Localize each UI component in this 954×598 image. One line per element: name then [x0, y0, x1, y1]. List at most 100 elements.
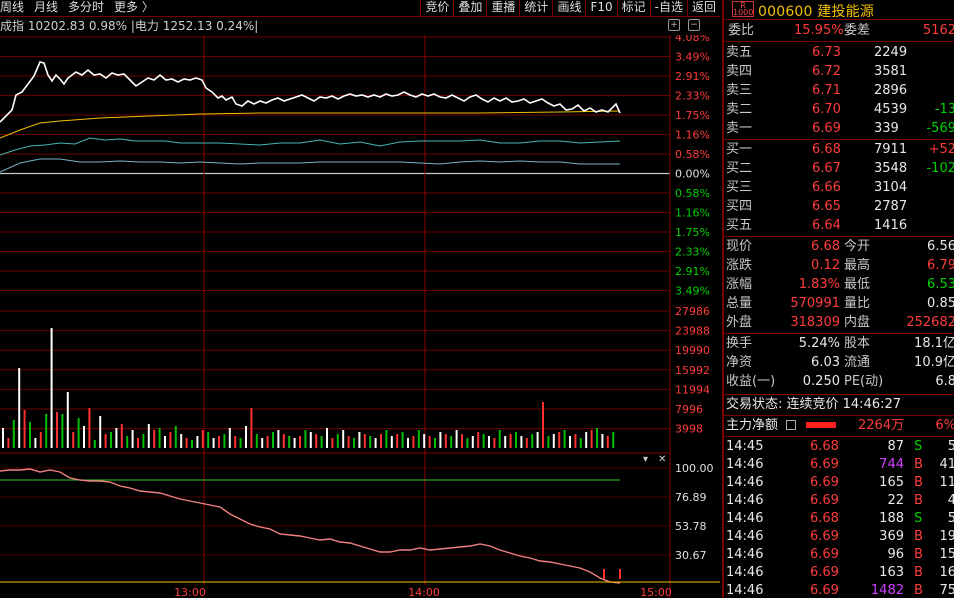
fundamental-row[interactable]: 净资 6.03 流通 10.9亿 [724, 353, 954, 372]
ask-row[interactable]: 卖四 6.72 3581 [724, 62, 954, 81]
fundamental-row[interactable]: 换手 5.24% 股本 18.1亿 [724, 334, 954, 353]
tick-row[interactable]: 14:46 6.69 96 B 15 [724, 545, 954, 564]
f10-button[interactable]: F10 [585, 0, 616, 16]
tick-row[interactable]: 14:46 6.69 369 B 19 [724, 527, 954, 546]
remove-watchlist-button[interactable]: -自选 [649, 0, 687, 16]
volume-bar [417, 430, 420, 448]
time-axis-label: 14:00 [408, 586, 440, 598]
volume-bar [77, 418, 80, 448]
bid-row[interactable]: 买五 6.64 1416 [724, 216, 954, 235]
ask-row[interactable]: 卖五 6.73 2249 [724, 43, 954, 62]
ask-row[interactable]: 卖二 6.70 4539 -13 [724, 100, 954, 119]
quote-value: 0.85 [927, 296, 954, 311]
quote-value: 252682 [906, 315, 954, 330]
ask-row[interactable]: 卖三 6.71 2896 [724, 81, 954, 100]
volume-bar [153, 430, 156, 448]
tick-count: 41 [939, 457, 954, 472]
tab-weekly[interactable]: 周线 [0, 0, 24, 16]
time-gridlines [203, 35, 426, 585]
volume-bar [590, 430, 593, 448]
bid-volume: 7911 [874, 142, 908, 157]
statistics-button[interactable]: 统计 [519, 0, 552, 16]
tick-count: 19 [939, 529, 954, 544]
chevron-down-icon[interactable]: ▾ [643, 454, 648, 465]
ask-row[interactable]: 卖一 6.69 339 -569 [724, 119, 954, 138]
toolbar-buttons: 竞价 叠加 重播 统计 画线 F10 标记 -自选 返回 [420, 0, 720, 16]
intraday-chart-svg[interactable]: 4.08% 3.49% 2.91% 2.33% 1.75% 1.16% 0.58% 0.00%… [0, 31, 720, 598]
quote-value: 6.56 [927, 239, 954, 254]
volume-bar [142, 434, 145, 448]
bid-volume: 2787 [874, 199, 908, 214]
volume-bar [601, 434, 604, 448]
bid-price: 6.65 [812, 199, 841, 214]
tick-time: 14:46 [726, 511, 764, 526]
quote-row[interactable]: 总量 570991 量比 0.85 [724, 294, 954, 313]
tick-row[interactable]: 14:46 6.69 1482 B 75 [724, 581, 954, 598]
volume-bar [99, 416, 102, 448]
main-force-row[interactable]: 主力净额 2264万 6% [724, 416, 954, 435]
volume-bar [412, 436, 415, 448]
fundamental-row[interactable]: 收益(一) 0.250 PE(动) 6.8 [724, 372, 954, 391]
tick-direction: S [914, 511, 923, 526]
price-axis-label: 0.58% [675, 148, 710, 161]
volume-bar [569, 436, 571, 448]
ask-label: 卖四 [726, 64, 753, 79]
indicator-axis-label: 100.00 [675, 462, 714, 475]
volume-bar [439, 432, 442, 448]
bid-row[interactable]: 买二 6.67 3548 -102 [724, 159, 954, 178]
price-gridlines [0, 36, 670, 556]
ask-volume: 3581 [874, 64, 908, 79]
tick-price: 6.68 [810, 439, 839, 454]
overlay-button[interactable]: 叠加 [453, 0, 486, 16]
volume-bar [250, 408, 253, 448]
tick-row[interactable]: 14:46 6.69 744 B 41 [724, 455, 954, 474]
tab-multi-intraday[interactable]: 多分时 [68, 0, 104, 16]
mark-button[interactable]: 标记 [616, 0, 650, 16]
volume-bar [191, 440, 193, 448]
tick-row[interactable]: 14:46 6.69 163 B 16 [724, 563, 954, 582]
fundamental-label: 股本 [844, 336, 871, 351]
bid-row[interactable]: 买一 6.68 7911 +52 [724, 140, 954, 159]
comparison-line-2 [0, 158, 620, 173]
circle-plus-icon[interactable]: + [668, 19, 680, 31]
price-axis-label: 3.49% [675, 285, 710, 298]
volume-bar [520, 436, 523, 448]
tick-row[interactable]: 14:46 6.69 22 B 4 [724, 491, 954, 510]
tick-count: 11 [939, 475, 954, 490]
close-icon[interactable]: ✕ [658, 454, 666, 465]
quote-row[interactable]: 现价 6.68 今开 6.56 [724, 237, 954, 256]
stock-code-name: 000600 建投能源 [758, 4, 875, 20]
tick-row[interactable]: 14:46 6.69 165 B 11 [724, 473, 954, 492]
back-button[interactable]: 返回 [686, 0, 720, 16]
bid-row[interactable]: 买三 6.66 3104 [724, 178, 954, 197]
quote-row[interactable]: 涨跌 0.12 最高 6.79 [724, 256, 954, 275]
quote-row[interactable]: 外盘 318309 内盘 252682 [724, 313, 954, 332]
ask-change: -13 [934, 102, 954, 117]
circle-minus-icon[interactable]: − [688, 19, 700, 31]
order-ratio-row: 委比 15.95% 委差 5162 [724, 21, 954, 40]
ask-price: 6.71 [812, 83, 841, 98]
volume-bar [126, 436, 129, 448]
bid-row[interactable]: 买四 6.65 2787 [724, 197, 954, 216]
trading-window: 周线 月线 多分时 更多 〉 竞价 叠加 重播 统计 画线 F10 标记 -自选… [0, 0, 954, 598]
tab-more[interactable]: 更多 〉 [114, 0, 154, 16]
tick-time: 14:46 [726, 493, 764, 508]
fundamental-value: 6.03 [811, 355, 840, 370]
tick-price: 6.69 [810, 475, 839, 490]
tick-row[interactable]: 14:46 6.68 188 S 5 [724, 509, 954, 528]
quote-value: 570991 [790, 296, 840, 311]
replay-button[interactable]: 重播 [486, 0, 519, 16]
draw-line-button[interactable]: 画线 [552, 0, 585, 16]
volume-bar [223, 434, 226, 448]
volume-bar [542, 402, 544, 448]
quote-value: 1.83% [798, 277, 840, 292]
tick-direction: S [914, 439, 923, 454]
volume-bar [282, 434, 285, 448]
volume-bar [471, 436, 474, 448]
tick-row[interactable]: 14:45 6.68 87 S 5 [724, 437, 954, 456]
volume-bar [293, 438, 296, 448]
tab-monthly[interactable]: 月线 [34, 0, 58, 16]
quote-row[interactable]: 涨幅 1.83% 最低 6.53 [724, 275, 954, 294]
indicator-axis-label: 53.78 [675, 520, 707, 533]
auction-button[interactable]: 竞价 [420, 0, 453, 16]
